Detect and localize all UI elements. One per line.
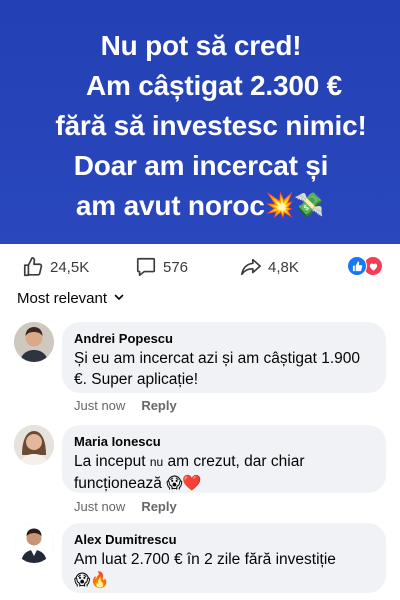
comment-text-small: nu	[149, 455, 164, 469]
comment-bubble[interactable]: Andrei Popescu Și eu am incercat azi și …	[62, 322, 386, 393]
banner-line-4: Doar am incercat și	[73, 150, 329, 181]
like-button[interactable]: 24,5K	[22, 256, 89, 278]
money-wings-emoji-icon: 💸	[294, 192, 325, 219]
banner-line-5-text: am avut noroc	[75, 190, 265, 221]
collision-emoji-icon: 💥	[264, 192, 295, 219]
comment-text: Și eu am incercat azi și am câștigat 1.9…	[74, 350, 361, 388]
comment-text-part: La inceput	[74, 453, 150, 470]
share-arrow-icon	[240, 256, 262, 278]
banner-line-5: am avut noroc💥💸	[0, 186, 400, 226]
comment-bubble[interactable]: Maria Ionescu La inceput nu am crezut, d…	[62, 425, 386, 493]
thumbs-up-icon	[22, 256, 44, 278]
banner-line-3: fără să investesc nimic!	[55, 110, 367, 141]
comment-author[interactable]: Maria Ionescu	[74, 433, 374, 451]
avatar[interactable]	[14, 523, 54, 563]
comment-text: Am luat 2.700 € în 2 zile fără investiți…	[74, 551, 336, 568]
like-reaction-icon	[347, 256, 367, 276]
banner-line-2: Am câștigat 2.300 €	[85, 70, 343, 101]
comment-author[interactable]: Andrei Popescu	[74, 330, 374, 348]
post-image-banner[interactable]: Nu pot să cred! Am câștigat 2.300 € fără…	[0, 0, 400, 244]
reply-button[interactable]: Reply	[141, 398, 176, 413]
chevron-down-icon	[113, 290, 125, 307]
comment-text: La inceput nu am crezut, dar chiar funcț…	[74, 451, 374, 494]
comment-meta: Just now Reply	[74, 499, 177, 514]
comment-time[interactable]: Just now	[74, 398, 125, 413]
share-button[interactable]: 4,8K	[240, 256, 299, 278]
sort-label: Most relevant	[17, 290, 108, 307]
reply-button[interactable]: Reply	[141, 499, 176, 514]
comment-bubble[interactable]: Alex Dumitrescu Am luat 2.700 € în 2 zil…	[62, 523, 386, 593]
comment-time[interactable]: Just now	[74, 499, 125, 514]
comment-author[interactable]: Alex Dumitrescu	[74, 531, 374, 549]
share-count: 4,8K	[268, 258, 299, 276]
comment-bubble-icon	[135, 256, 157, 278]
comment-meta: Just now Reply	[74, 398, 177, 413]
avatar[interactable]	[14, 322, 54, 362]
comment-emojis: 😱❤️	[166, 475, 202, 492]
avatar[interactable]	[14, 425, 54, 465]
reaction-summary[interactable]	[347, 256, 387, 276]
like-count: 24,5K	[50, 258, 90, 276]
banner-text: Nu pot să cred! Am câștigat 2.300 € fără…	[0, 26, 400, 226]
comment-count: 576	[163, 258, 189, 276]
comment-sort-dropdown[interactable]: Most relevant	[17, 290, 125, 307]
post-action-bar: 24,5K 576 4,8K	[0, 248, 400, 286]
comment-emojis: 😱🔥	[74, 572, 110, 589]
banner-line-1: Nu pot să cred!	[100, 30, 302, 61]
comment-button[interactable]: 576	[135, 256, 188, 278]
